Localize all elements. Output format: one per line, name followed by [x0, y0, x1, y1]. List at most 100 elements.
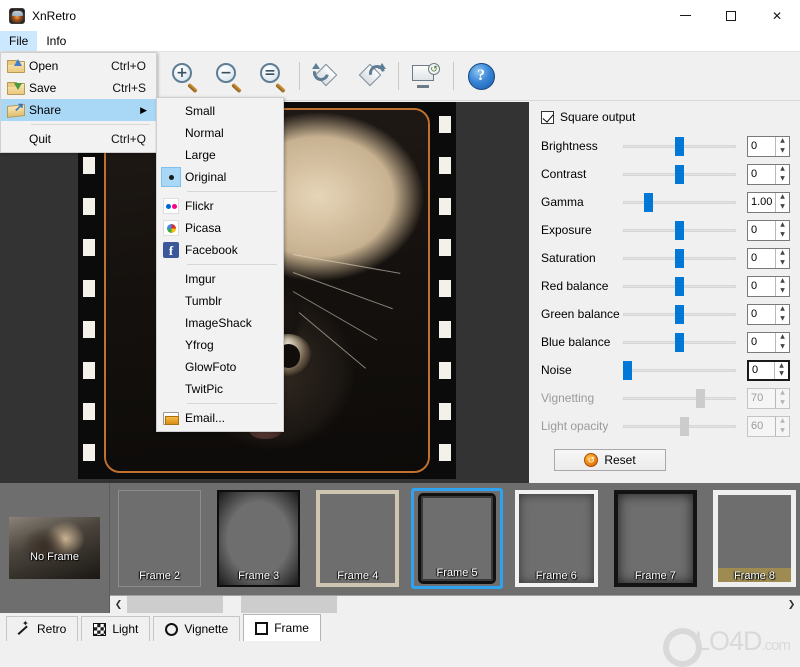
restore-view-button[interactable]: ↺: [404, 56, 448, 96]
slider-thumb[interactable]: [675, 165, 684, 184]
slider-thumb[interactable]: [675, 333, 684, 352]
slider-contrast[interactable]: [623, 160, 736, 188]
spinbox-arrows[interactable]: ▲ ▼: [775, 276, 789, 296]
spinbox-down-arrow[interactable]: ▼: [776, 174, 789, 184]
spinbox-saturation[interactable]: 0 ▲ ▼: [747, 247, 790, 269]
spinbox-down-arrow[interactable]: ▼: [776, 202, 789, 212]
share-service-tumblr[interactable]: Tumblr: [157, 290, 283, 312]
spinbox-up-arrow[interactable]: ▲: [776, 333, 789, 343]
spinbox-down-arrow[interactable]: ▼: [776, 146, 789, 156]
frame-thumbnail-8[interactable]: Frame 8: [709, 488, 800, 589]
spinbox-up-arrow[interactable]: ▲: [776, 277, 789, 287]
spinbox-arrows[interactable]: ▲ ▼: [775, 332, 789, 352]
frame-thumbnail-7[interactable]: Frame 7: [610, 488, 701, 589]
zoom-out-button[interactable]: −: [206, 56, 250, 96]
share-service-picasa[interactable]: Picasa: [157, 217, 283, 239]
spinbox-up-arrow[interactable]: ▲: [776, 249, 789, 259]
spinbox-up-arrow[interactable]: ▲: [776, 221, 789, 231]
frames-scrollbar[interactable]: ❮ ❯: [110, 595, 800, 613]
menu-item-email[interactable]: Email...: [157, 407, 283, 429]
spinbox-green-balance[interactable]: 0 ▲ ▼: [747, 303, 790, 325]
spinbox-up-arrow[interactable]: ▲: [776, 193, 789, 203]
slider-saturation[interactable]: [623, 244, 736, 272]
share-service-flickr[interactable]: Flickr: [157, 195, 283, 217]
scroll-right-arrow[interactable]: ❯: [783, 596, 800, 613]
frame-thumbnail-4[interactable]: Frame 4: [312, 488, 403, 589]
spinbox-arrows[interactable]: ▲ ▼: [775, 136, 789, 156]
slider-green-balance[interactable]: [623, 300, 736, 328]
spinbox-brightness[interactable]: 0 ▲ ▼: [747, 135, 790, 157]
close-button[interactable]: ✕: [754, 0, 800, 31]
no-frame-cell[interactable]: No Frame: [0, 483, 110, 613]
menubar-item-info[interactable]: Info: [37, 31, 75, 51]
scroll-left-arrow[interactable]: ❮: [110, 596, 127, 613]
frame-thumbnail-3[interactable]: Frame 3: [213, 488, 304, 589]
menu-item-open[interactable]: Open Ctrl+O: [1, 55, 156, 77]
slider-thumb[interactable]: [643, 193, 653, 212]
spinbox-arrows[interactable]: ▲ ▼: [775, 248, 789, 268]
scrollbar-track[interactable]: [127, 596, 783, 613]
share-service-yfrog[interactable]: Yfrog: [157, 334, 283, 356]
spinbox-up-arrow[interactable]: ▲: [776, 165, 789, 175]
no-frame-thumbnail[interactable]: No Frame: [9, 517, 100, 579]
maximize-button[interactable]: [708, 0, 754, 31]
spinbox-down-arrow[interactable]: ▼: [776, 342, 789, 352]
share-service-imgur[interactable]: Imgur: [157, 268, 283, 290]
square-output-row[interactable]: Square output: [541, 110, 790, 124]
share-size-large[interactable]: Large: [157, 144, 283, 166]
spinbox-blue-balance[interactable]: 0 ▲ ▼: [747, 331, 790, 353]
spinbox-down-arrow[interactable]: ▼: [775, 370, 788, 379]
slider-thumb[interactable]: [675, 277, 684, 296]
slider-brightness[interactable]: [623, 132, 736, 160]
slider-thumb[interactable]: [675, 249, 684, 268]
spinbox-down-arrow[interactable]: ▼: [776, 314, 789, 324]
slider-exposure[interactable]: [623, 216, 736, 244]
spinbox-down-arrow[interactable]: ▼: [776, 286, 789, 296]
share-service-facebook[interactable]: f Facebook: [157, 239, 283, 261]
zoom-fit-button[interactable]: =: [250, 56, 294, 96]
rotate-left-button[interactable]: [349, 56, 393, 96]
slider-thumb[interactable]: [675, 221, 684, 240]
spinbox-arrows[interactable]: ▲ ▼: [774, 361, 788, 379]
spinbox-up-arrow[interactable]: ▲: [775, 362, 788, 371]
reset-button[interactable]: ↺ Reset: [554, 449, 666, 471]
spinbox-down-arrow[interactable]: ▼: [776, 230, 789, 240]
share-size-original[interactable]: Original: [157, 166, 283, 188]
slider-thumb[interactable]: [675, 305, 684, 324]
scrollbar-thumb[interactable]: [223, 596, 241, 613]
frame-thumbnail-6[interactable]: Frame 6: [511, 488, 602, 589]
tab-light[interactable]: Light: [81, 616, 151, 641]
spinbox-exposure[interactable]: 0 ▲ ▼: [747, 219, 790, 241]
share-service-glowfoto[interactable]: GlowFoto: [157, 356, 283, 378]
frame-thumbnail-5[interactable]: Frame 5: [411, 488, 503, 589]
slider-red-balance[interactable]: [623, 272, 736, 300]
help-button[interactable]: ?: [459, 56, 503, 96]
slider-blue-balance[interactable]: [623, 328, 736, 356]
spinbox-arrows[interactable]: ▲ ▼: [775, 220, 789, 240]
minimize-button[interactable]: [662, 0, 708, 31]
spinbox-up-arrow[interactable]: ▲: [776, 305, 789, 315]
menu-item-quit[interactable]: Quit Ctrl+Q: [1, 128, 156, 150]
spinbox-contrast[interactable]: 0 ▲ ▼: [747, 163, 790, 185]
spinbox-arrows[interactable]: ▲ ▼: [775, 192, 789, 212]
share-service-twitpic[interactable]: TwitPic: [157, 378, 283, 400]
menu-item-save[interactable]: Save Ctrl+S: [1, 77, 156, 99]
square-output-checkbox[interactable]: [541, 110, 554, 124]
share-size-small[interactable]: Small: [157, 100, 283, 122]
spinbox-up-arrow[interactable]: ▲: [776, 137, 789, 147]
share-service-imageshack[interactable]: ImageShack: [157, 312, 283, 334]
spinbox-arrows[interactable]: ▲ ▼: [775, 304, 789, 324]
menu-item-share[interactable]: Share ▶: [1, 99, 156, 121]
slider-thumb[interactable]: [675, 137, 684, 156]
slider-gamma[interactable]: [623, 188, 736, 216]
slider-thumb[interactable]: [623, 361, 632, 380]
spinbox-red-balance[interactable]: 0 ▲ ▼: [747, 275, 790, 297]
spinbox-gamma[interactable]: 1.00 ▲ ▼: [747, 191, 790, 213]
zoom-in-button[interactable]: +: [162, 56, 206, 96]
frame-thumbnail-2[interactable]: Frame 2: [114, 488, 205, 589]
share-size-normal[interactable]: Normal: [157, 122, 283, 144]
spinbox-down-arrow[interactable]: ▼: [776, 258, 789, 268]
slider-noise[interactable]: [623, 356, 736, 384]
menubar-item-file[interactable]: File: [0, 31, 38, 51]
rotate-right-button[interactable]: [305, 56, 349, 96]
